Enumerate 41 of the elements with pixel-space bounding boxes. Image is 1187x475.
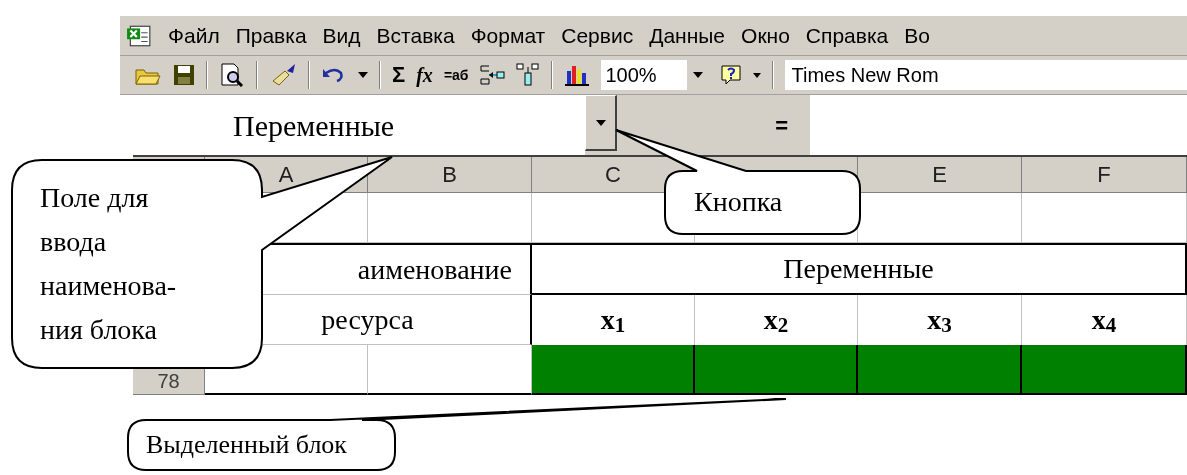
column-header[interactable]: B xyxy=(368,157,532,193)
menu-item[interactable]: Файл xyxy=(168,19,220,52)
help-icon[interactable] xyxy=(720,64,743,86)
sum-button[interactable]: Σ xyxy=(392,64,406,86)
row-number[interactable]: 78 xyxy=(157,370,180,392)
caret-icon[interactable] xyxy=(358,72,368,78)
callout-text: Кнопка xyxy=(694,185,783,219)
menu-item[interactable]: Правка xyxy=(235,19,307,52)
name-box-dropdown-button[interactable] xyxy=(585,95,617,151)
callout-text: Поле для ввода наименова- ния блока xyxy=(40,181,178,347)
table-cell: Переменные xyxy=(532,243,1187,295)
menu-item[interactable]: Справка xyxy=(805,19,889,52)
caret-icon[interactable] xyxy=(753,72,762,78)
table-cell[interactable] xyxy=(532,345,695,395)
font-field[interactable]: Times New Rom xyxy=(785,60,1187,90)
formula-field[interactable] xyxy=(810,95,1187,155)
menu-item[interactable]: Формат xyxy=(470,19,546,52)
column-header[interactable]: F xyxy=(1022,157,1187,193)
function-button[interactable]: fx xyxy=(416,65,433,85)
bar-chart-icon[interactable] xyxy=(564,63,591,87)
menu-item[interactable]: Вид xyxy=(322,19,361,52)
table-cell[interactable] xyxy=(858,345,1022,395)
equals-sign[interactable]: = xyxy=(775,108,788,142)
caret-icon xyxy=(595,119,606,126)
name-box[interactable]: Переменные xyxy=(133,95,585,155)
column-header[interactable]: E xyxy=(858,157,1022,193)
menu-item[interactable]: Данные xyxy=(649,19,726,52)
table-cell[interactable] xyxy=(695,345,858,395)
text-field-button[interactable]: =аб xyxy=(443,68,469,82)
zoom-field[interactable]: 100% xyxy=(601,60,688,90)
menu-item[interactable]: Окно xyxy=(741,19,790,52)
menu-item[interactable]: Сервис xyxy=(561,19,634,52)
table-cell[interactable] xyxy=(1022,345,1187,395)
callout-text: Выделенный блок xyxy=(146,429,347,461)
magnifier-page-icon[interactable] xyxy=(219,63,245,87)
spreadsheet-icon[interactable] xyxy=(126,23,152,48)
arrange-icon[interactable] xyxy=(516,63,541,87)
menu-item[interactable]: Во xyxy=(904,19,930,52)
caret-icon xyxy=(693,72,704,78)
insert-column-icon[interactable] xyxy=(479,64,506,86)
menu-item[interactable]: Вставка xyxy=(376,19,455,52)
